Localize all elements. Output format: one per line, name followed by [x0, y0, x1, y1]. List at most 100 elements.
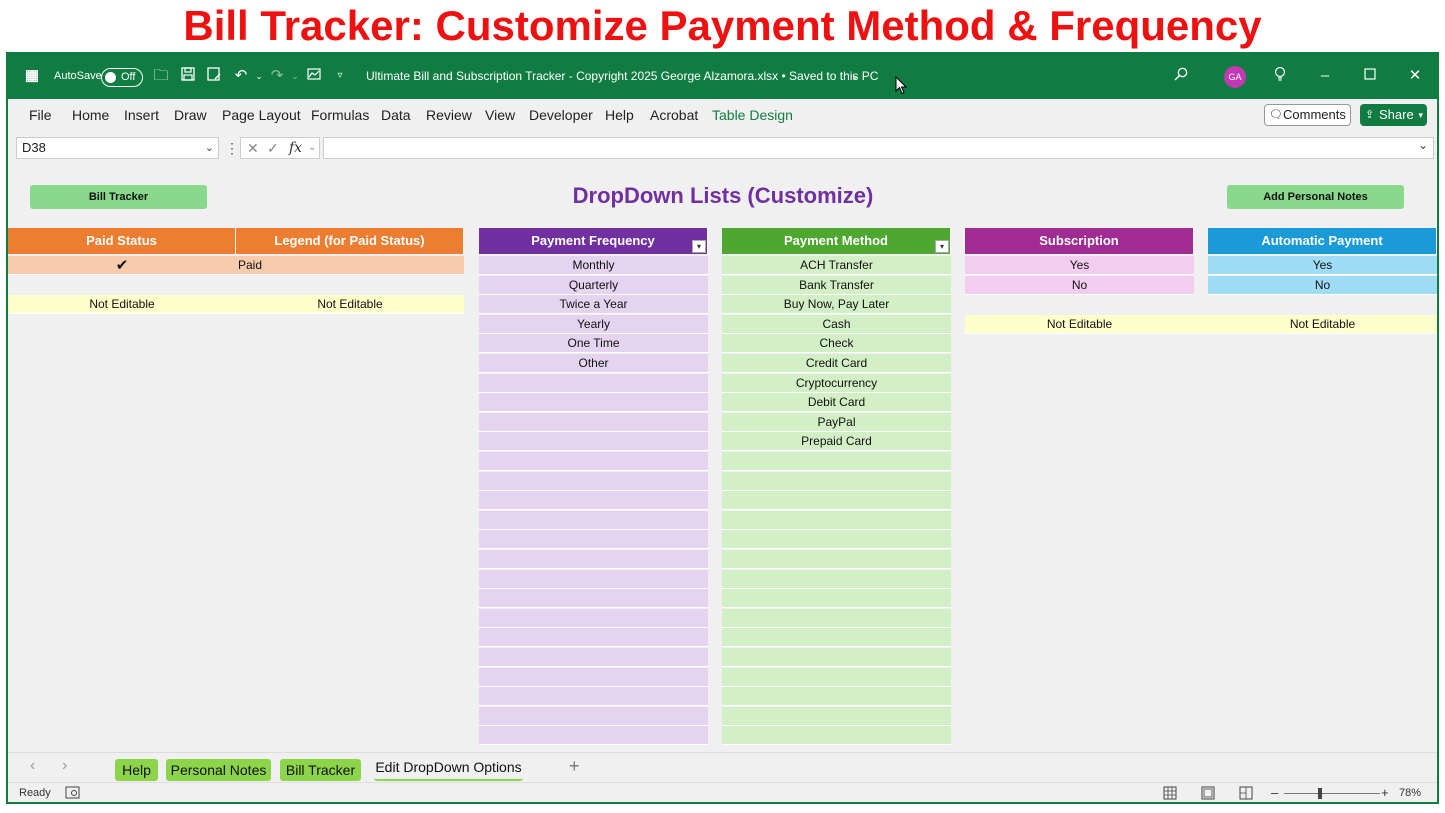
legend-paid-cell[interactable]: Paid [236, 256, 464, 275]
header-paid-status[interactable]: Paid Status [8, 228, 236, 254]
page-break-view-icon[interactable] [1239, 786, 1253, 802]
minimize-icon[interactable]: – [1315, 66, 1335, 86]
prev-sheet-icon[interactable]: ‹ [30, 757, 35, 775]
method-list-item[interactable] [722, 628, 951, 648]
method-list-item[interactable] [722, 452, 951, 471]
menu-draw[interactable]: Draw [174, 99, 207, 131]
method-list-item[interactable]: Check [722, 334, 951, 354]
page-layout-view-icon[interactable] [1201, 786, 1215, 802]
name-box-dropdown-icon[interactable]: ⌄ [205, 138, 214, 158]
save-icon[interactable] [178, 66, 198, 86]
method-list-item[interactable] [722, 667, 951, 687]
frequency-list-item[interactable]: Quarterly [479, 275, 708, 295]
method-list-item[interactable]: Credit Card [722, 354, 951, 373]
zoom-slider-thumb[interactable] [1318, 788, 1322, 799]
method-list-item[interactable]: PayPal [722, 412, 951, 432]
header-automatic-payment[interactable]: Automatic Payment [1208, 228, 1437, 254]
subscription-no-cell[interactable]: No [965, 276, 1194, 295]
share-button[interactable]: ⇪ Share ▾ [1360, 104, 1427, 126]
automatic-yes-cell[interactable]: Yes [1208, 256, 1437, 275]
method-list-item[interactable]: Debit Card [722, 393, 951, 413]
worksheet[interactable]: Bill Tracker DropDown Lists (Customize) … [8, 166, 1437, 752]
header-payment-method[interactable]: Payment Method [722, 228, 951, 254]
cancel-icon[interactable]: ✕ [247, 138, 259, 158]
frequency-filter-icon[interactable]: ▾ [692, 240, 706, 253]
frequency-list-item[interactable] [479, 706, 708, 726]
fx-icon[interactable]: fx [289, 138, 302, 158]
method-list-item[interactable] [722, 706, 951, 726]
method-list-item[interactable] [722, 608, 951, 628]
frequency-list-item[interactable]: Monthly [479, 256, 708, 275]
menu-data[interactable]: Data [381, 99, 411, 131]
customize-toolbar-icon[interactable]: ▿ [330, 66, 350, 86]
open-folder-icon[interactable]: 🗀 [151, 66, 171, 86]
frequency-list-item[interactable] [479, 432, 708, 452]
frequency-list-item[interactable] [479, 608, 708, 628]
frequency-list-item[interactable] [479, 667, 708, 687]
frequency-list-item[interactable] [479, 452, 708, 471]
menu-table-design[interactable]: Table Design [712, 99, 793, 131]
frequency-list-item[interactable] [479, 530, 708, 550]
zoom-in-icon[interactable]: + [1381, 785, 1389, 800]
method-list-item[interactable] [722, 569, 951, 589]
method-list-item[interactable] [722, 687, 951, 707]
menu-page-layout[interactable]: Page Layout [222, 99, 301, 131]
autosave-toggle[interactable]: Off [101, 68, 143, 87]
header-subscription[interactable]: Subscription [965, 228, 1194, 254]
frequency-list-item[interactable]: Yearly [479, 314, 708, 334]
method-sort-filter-icon[interactable]: ▾ [935, 240, 949, 253]
frequency-list-item[interactable]: One Time [479, 334, 708, 354]
header-payment-frequency[interactable]: Payment Frequency [479, 228, 708, 254]
fx-dropdown-icon[interactable]: ⌄ [308, 138, 316, 158]
menu-developer[interactable]: Developer [529, 99, 593, 131]
frequency-list-item[interactable] [479, 589, 708, 609]
frequency-list-item[interactable] [479, 687, 708, 707]
method-list-item[interactable] [722, 471, 951, 491]
add-personal-notes-button[interactable]: Add Personal Notes [1227, 185, 1404, 209]
close-icon[interactable]: ✕ [1405, 66, 1425, 86]
menu-acrobat[interactable]: Acrobat [650, 99, 698, 131]
method-list-item[interactable] [722, 648, 951, 667]
add-sheet-icon[interactable]: + [569, 756, 580, 777]
method-list-item[interactable]: Prepaid Card [722, 432, 951, 452]
header-legend[interactable]: Legend (for Paid Status) [236, 228, 464, 254]
frequency-list-item[interactable] [479, 726, 708, 746]
frequency-list-item[interactable] [479, 491, 708, 511]
frequency-list-item[interactable] [479, 412, 708, 432]
lightbulb-icon[interactable] [1270, 66, 1290, 86]
maximize-icon[interactable] [1360, 66, 1380, 86]
method-list-item[interactable] [722, 510, 951, 530]
title-dropdown-icon[interactable]: ⌄ [845, 66, 865, 86]
menu-help[interactable]: Help [605, 99, 634, 131]
undo-dropdown-icon[interactable]: ⌄ [249, 66, 269, 86]
formula-input[interactable]: ⌄ [323, 137, 1434, 159]
method-list-item[interactable]: ACH Transfer [722, 256, 951, 275]
redo-icon[interactable]: ↷ [267, 66, 287, 86]
bill-tracker-button[interactable]: Bill Tracker [30, 185, 207, 209]
frequency-list-item[interactable] [479, 471, 708, 491]
method-list-item[interactable]: Cash [722, 314, 951, 334]
paid-check-cell[interactable]: ✔ [8, 256, 236, 275]
redo-dropdown-icon[interactable]: ⌄ [285, 66, 305, 86]
name-box[interactable]: D38 ⌄ [16, 137, 219, 159]
zoom-level[interactable]: 78% [1399, 787, 1421, 799]
undo-icon[interactable]: ↶ [231, 66, 251, 86]
zoom-slider[interactable] [1284, 788, 1380, 799]
chart-icon[interactable] [304, 66, 324, 86]
method-list-item[interactable] [722, 550, 951, 569]
frequency-list-item[interactable] [479, 550, 708, 569]
menu-insert[interactable]: Insert [124, 99, 159, 131]
normal-view-icon[interactable] [1163, 786, 1177, 802]
tab-bill-tracker[interactable]: Bill Tracker [280, 759, 361, 781]
frequency-list-item[interactable]: Other [479, 354, 708, 373]
method-list-item[interactable] [722, 491, 951, 511]
save-as-icon[interactable] [204, 66, 224, 86]
tab-personal-notes[interactable]: Personal Notes [166, 759, 271, 781]
method-list-item[interactable]: Cryptocurrency [722, 373, 951, 393]
method-list-item[interactable] [722, 726, 951, 746]
menu-home[interactable]: Home [72, 99, 109, 131]
subscription-yes-cell[interactable]: Yes [965, 256, 1194, 275]
expand-formula-icon[interactable]: ⌄ [1418, 138, 1428, 152]
enter-icon[interactable]: ✓ [267, 138, 279, 158]
zoom-out-icon[interactable]: – [1271, 785, 1278, 800]
